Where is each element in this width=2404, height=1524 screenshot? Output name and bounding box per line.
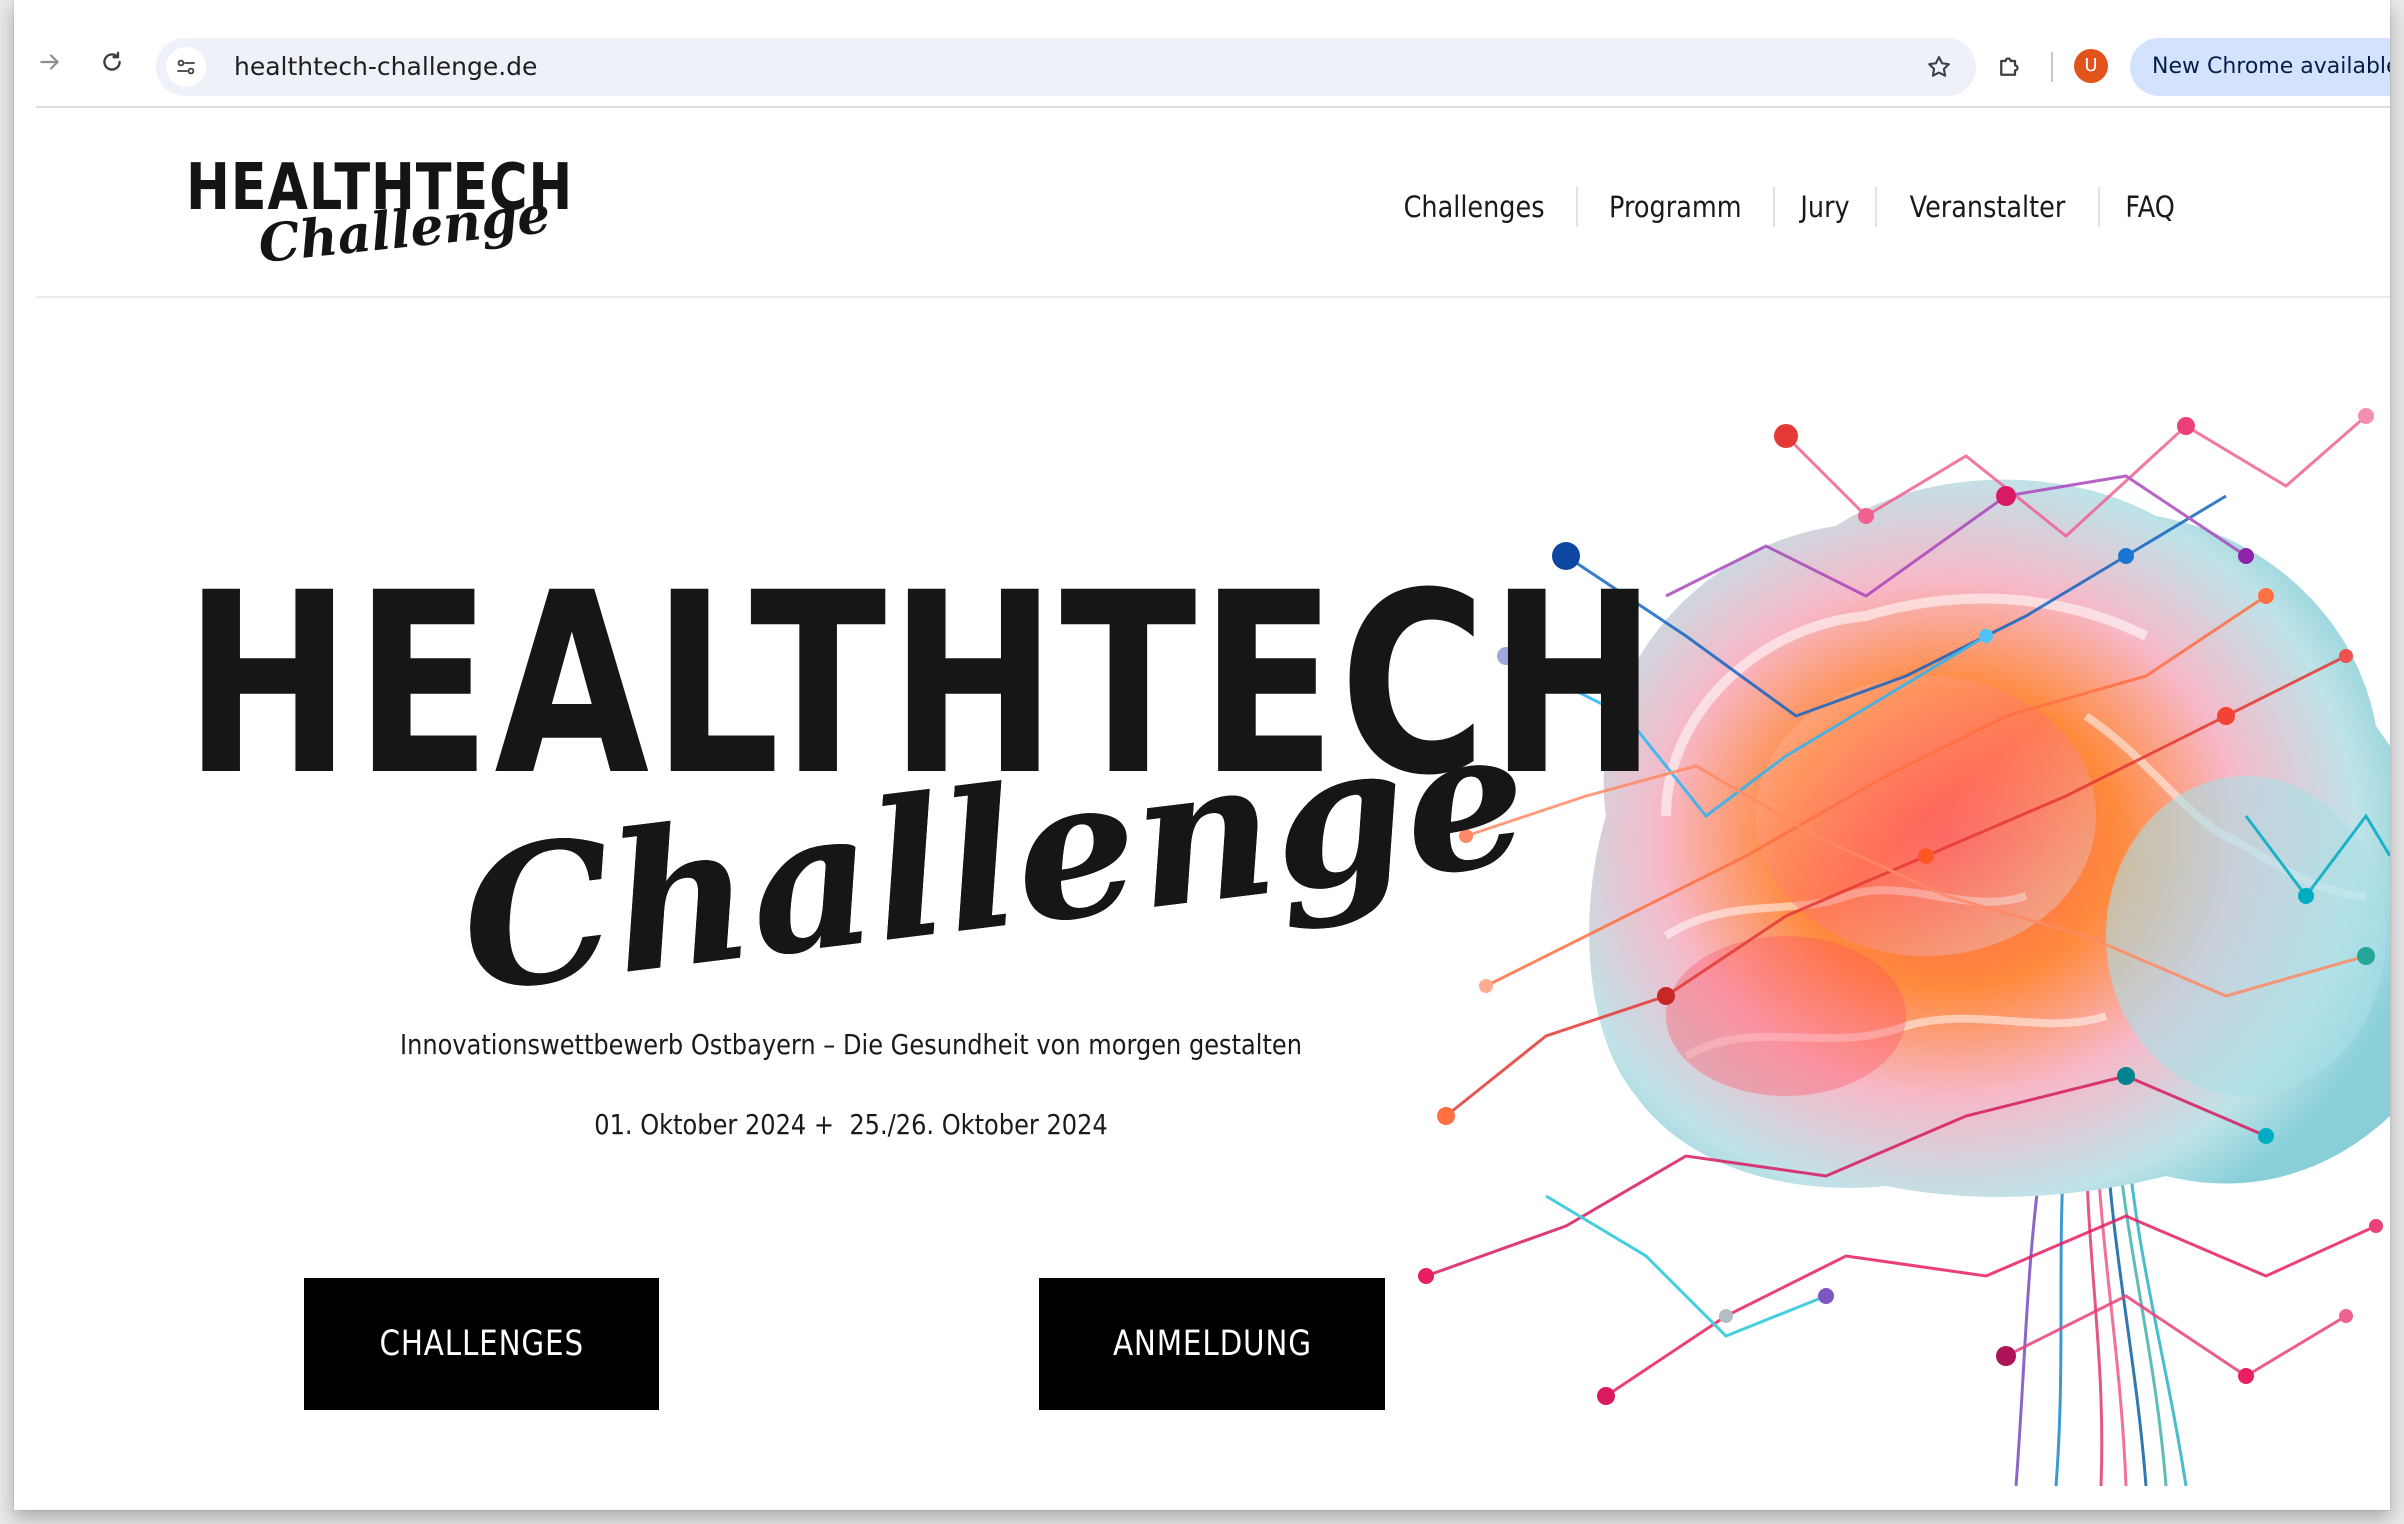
hero-dates: 01. Oktober 2024 + 25./26. Oktober 2024 xyxy=(594,1108,1108,1141)
anmeldung-button-label: ANMELDUNG xyxy=(1112,1324,1312,1364)
toolbar-divider xyxy=(2051,52,2053,82)
nav-challenges[interactable]: Challenges xyxy=(1384,182,1564,232)
nav-programm[interactable]: Programm xyxy=(1590,182,1761,232)
challenges-button-label: CHALLENGES xyxy=(379,1324,584,1364)
browser-toolbar: healthtech-challenge.de U New Chrome ava… xyxy=(14,0,2390,106)
forward-arrow-icon[interactable] xyxy=(32,44,68,80)
nav-jury[interactable]: Jury xyxy=(1781,182,1869,232)
main-nav: Challenges Programm Jury Veranstalter FA… xyxy=(1372,182,2200,232)
address-bar[interactable]: healthtech-challenge.de xyxy=(156,38,1976,96)
web-page: HEALTHTECH Challenge Challenges Programm… xyxy=(36,108,2390,1488)
anmeldung-button[interactable]: ANMELDUNG xyxy=(1039,1278,1385,1410)
challenges-button[interactable]: CHALLENGES xyxy=(304,1278,659,1410)
bookmark-star-icon[interactable] xyxy=(1924,52,1954,82)
chrome-update-button[interactable]: New Chrome available xyxy=(2130,38,2390,96)
browser-window: healthtech-challenge.de U New Chrome ava… xyxy=(14,0,2390,1510)
nav-divider xyxy=(2097,187,2100,227)
reload-icon[interactable] xyxy=(94,44,130,80)
nav-divider xyxy=(1576,187,1579,227)
hero-logo: HEALTHTECH Challenge xyxy=(184,560,1657,1080)
extensions-puzzle-icon[interactable] xyxy=(1990,46,2030,86)
site-logo[interactable]: HEALTHTECH Challenge xyxy=(186,156,586,281)
nav-divider xyxy=(1772,187,1775,227)
nav-faq[interactable]: FAQ xyxy=(2106,182,2194,232)
nav-divider xyxy=(1874,187,1877,227)
url-text[interactable]: healthtech-challenge.de xyxy=(234,38,537,96)
site-header: HEALTHTECH Challenge Challenges Programm… xyxy=(36,108,2390,298)
nav-veranstalter[interactable]: Veranstalter xyxy=(1890,182,2084,232)
profile-avatar[interactable]: U xyxy=(2074,49,2108,83)
site-settings-icon[interactable] xyxy=(166,47,206,87)
hero-subtitle: Innovationswettbewerb Ostbayern – Die Ge… xyxy=(399,1028,1303,1061)
